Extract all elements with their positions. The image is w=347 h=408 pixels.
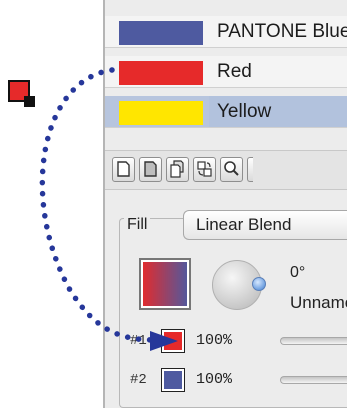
- swatch-chip: [119, 21, 203, 45]
- stop-index: #2: [130, 372, 147, 388]
- color-stop-row: #2 100%: [120, 365, 347, 395]
- convert-icon: [197, 161, 212, 177]
- toolbar-more-button[interactable]: [247, 157, 253, 182]
- screenshot: PANTONE Blue Red Yellow Fill Linear Blen…: [0, 0, 347, 408]
- stop-percent: 100%: [196, 332, 233, 349]
- swatch-label: PANTONE Blue: [217, 21, 347, 42]
- angle-value: 0°: [290, 264, 306, 281]
- duplicate-button[interactable]: [166, 157, 189, 182]
- duplicate-icon: [170, 160, 184, 178]
- stop-index: #1: [130, 333, 147, 349]
- color-stop-row: #1 100%: [120, 326, 347, 356]
- document-icon: [144, 161, 157, 177]
- convert-button[interactable]: [193, 157, 216, 182]
- drag-handle-square: [24, 96, 35, 107]
- swatch-row-pantone-blue[interactable]: PANTONE Blue: [105, 16, 347, 48]
- swatch-toolbar: [105, 150, 347, 190]
- magnifier-button[interactable]: [220, 157, 243, 182]
- dragged-swatch[interactable]: [8, 80, 36, 108]
- blend-name: Unnamed: [290, 293, 347, 312]
- stop-color-swatch[interactable]: [161, 368, 185, 392]
- magnifier-icon: [224, 161, 239, 176]
- angle-knob[interactable]: [252, 277, 266, 291]
- swatch-label: Yellow: [217, 101, 272, 122]
- stop-percent: 100%: [196, 371, 233, 388]
- gradient-preview: [139, 258, 191, 310]
- swatch-row-red[interactable]: Red: [105, 56, 347, 88]
- new-document-icon: [117, 161, 130, 177]
- stop-color-swatch[interactable]: [161, 329, 185, 353]
- swatch-chip: [119, 101, 203, 125]
- stop-slider[interactable]: [280, 337, 347, 345]
- new-document-button[interactable]: [112, 157, 135, 182]
- swatch-label: Red: [217, 61, 252, 82]
- swatch-row-yellow[interactable]: Yellow: [105, 96, 347, 128]
- blend-type-popup[interactable]: Linear Blend: [183, 210, 347, 240]
- document-button[interactable]: [139, 157, 162, 182]
- stop-slider[interactable]: [280, 376, 347, 384]
- fill-label: Fill: [124, 216, 151, 234]
- swatch-chip: [119, 61, 203, 85]
